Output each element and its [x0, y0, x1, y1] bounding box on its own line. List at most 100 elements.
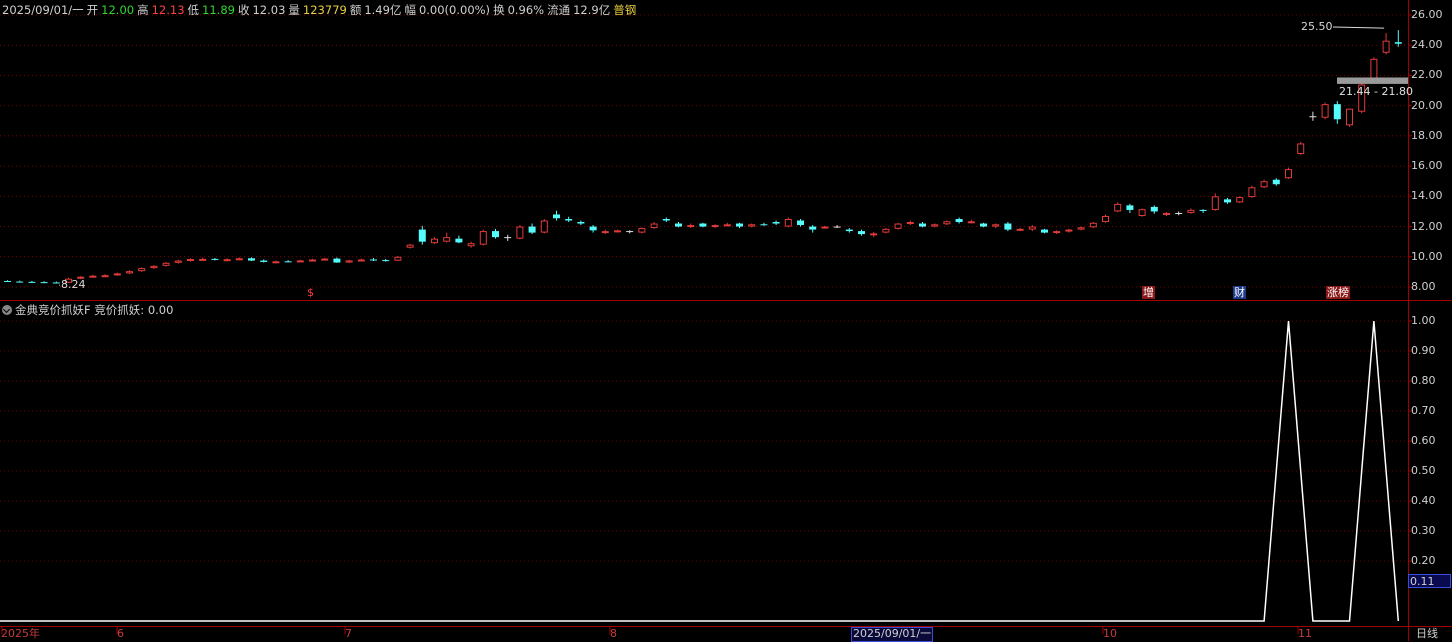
- candle-body-down: [553, 214, 560, 218]
- main-y-tick-label: 24.00: [1411, 39, 1443, 51]
- event-tag-increase[interactable]: 增: [1142, 286, 1155, 299]
- amount-label: 额: [350, 3, 362, 17]
- candle-body-down: [1151, 207, 1158, 212]
- candle-body-up: [1054, 232, 1060, 233]
- candle-body-up: [358, 260, 364, 261]
- candle-body-down: [492, 231, 499, 237]
- candle-body-up: [822, 227, 828, 228]
- candle-body-up: [895, 224, 901, 228]
- candle-body-up: [1090, 223, 1096, 227]
- indicator-line-value: 0.00: [148, 303, 174, 317]
- candle-body-up: [615, 231, 621, 232]
- close-label: 收: [238, 3, 250, 17]
- candle-body-up: [175, 261, 181, 262]
- candle-body-up: [127, 272, 133, 273]
- high-label: 高: [137, 3, 149, 17]
- candle-body-up: [224, 260, 230, 261]
- candle-body-doji: [1309, 116, 1316, 117]
- candle-body-up: [968, 222, 974, 223]
- candle-body-up: [1164, 213, 1170, 214]
- candle-body-up: [139, 269, 145, 271]
- candle-body-down: [675, 224, 682, 227]
- event-tag-finance[interactable]: 财: [1233, 286, 1246, 299]
- candle-body-down: [1334, 104, 1341, 119]
- indicator-sep: :: [140, 303, 148, 317]
- candle-body-up: [1347, 109, 1353, 125]
- candle-body-up: [432, 239, 438, 243]
- candle-body-up: [907, 223, 913, 224]
- change-value: 0.00(0.00%): [419, 3, 490, 17]
- candle-body-doji: [834, 227, 841, 228]
- period-label[interactable]: 日线: [1416, 627, 1438, 640]
- candle-body-down: [760, 224, 767, 225]
- candle-body-down: [858, 231, 865, 234]
- candle-body-up: [297, 261, 303, 262]
- candle-body-up: [236, 259, 242, 260]
- turnover-value: 0.96%: [508, 3, 545, 17]
- chevron-down-icon[interactable]: [2, 305, 12, 315]
- candle-body-down: [529, 227, 536, 233]
- candle-body-down: [1004, 224, 1011, 230]
- candle-body-down: [28, 282, 35, 283]
- low-value: 11.89: [202, 3, 235, 17]
- main-y-tick-label: 20.00: [1411, 100, 1443, 112]
- candle-body-up: [749, 225, 755, 226]
- candle-body-up: [1249, 188, 1255, 197]
- candle-body-down: [797, 221, 804, 226]
- candle-body-up: [480, 232, 486, 245]
- float-label: 流通: [547, 3, 570, 17]
- close-value: 12.03: [252, 3, 285, 17]
- candle-body-up: [273, 262, 279, 263]
- candle-body-down: [260, 261, 267, 262]
- candle-body-down: [382, 260, 389, 261]
- low-price-annotation: 8.24: [61, 279, 86, 291]
- amount-value: 1.49亿: [364, 3, 401, 17]
- candle-body-down: [4, 281, 11, 282]
- candle-body-up: [993, 225, 999, 226]
- candle-body-down: [663, 219, 670, 221]
- indicator-y-tick-label: 0.60: [1411, 435, 1436, 447]
- change-label: 幅: [404, 3, 416, 17]
- x-axis-label-month-6: 6: [117, 627, 124, 640]
- candle-body-up: [310, 260, 316, 261]
- price-range-band: [1337, 77, 1408, 83]
- high-price-annotation: 25.50: [1301, 21, 1333, 33]
- indicator-name[interactable]: 金典竞价抓妖F: [15, 303, 91, 317]
- candle-body-down: [211, 259, 218, 260]
- candle-body-up: [712, 226, 718, 227]
- indicator-y-tick-label: 0.30: [1411, 525, 1436, 537]
- candle-body-up: [102, 276, 108, 277]
- main-y-tick-label: 8.00: [1411, 281, 1436, 293]
- indicator-line-name: 竞价抓妖: [94, 303, 140, 317]
- event-tag-limit-list[interactable]: 涨榜: [1326, 286, 1350, 299]
- main-y-tick-label: 22.00: [1411, 69, 1443, 81]
- candle-body-up: [1298, 144, 1304, 154]
- indicator-title-bar: 金典竞价抓妖F 竞价抓妖: 0.00: [2, 302, 173, 318]
- candle-body-down: [333, 259, 340, 263]
- candle-body-up: [1115, 204, 1121, 211]
- candle-body-down: [809, 227, 816, 230]
- main-y-tick-label: 12.00: [1411, 221, 1443, 233]
- low-label: 低: [188, 3, 200, 17]
- volume-value: 123779: [303, 3, 347, 17]
- candle-body-up: [1103, 216, 1109, 221]
- candle-body-up: [517, 227, 523, 238]
- candle-body-up: [1212, 197, 1218, 210]
- candle-body-up: [602, 232, 608, 233]
- candle-body-down: [1200, 210, 1207, 211]
- candle-body-down: [590, 227, 597, 231]
- candle-body-down: [980, 224, 987, 227]
- event-tag-dollar[interactable]: $: [306, 286, 315, 299]
- indicator-current-value: 0.11: [1408, 574, 1451, 588]
- category-label[interactable]: 普钢: [613, 3, 636, 17]
- candle-body-down: [370, 259, 377, 260]
- candle-body-down: [956, 219, 963, 222]
- indicator-y-tick-label: 0.90: [1411, 345, 1436, 357]
- candle-body-down: [919, 224, 926, 227]
- kline-chart-canvas[interactable]: [0, 0, 1452, 641]
- candle-body-up: [114, 274, 120, 275]
- ohlc-info-bar: 2025/09/01/一开12.00高12.13低11.89收12.03量123…: [2, 2, 639, 18]
- candle-body-down: [846, 230, 853, 232]
- candle-body-up: [639, 229, 645, 233]
- candle-body-down: [1126, 205, 1133, 210]
